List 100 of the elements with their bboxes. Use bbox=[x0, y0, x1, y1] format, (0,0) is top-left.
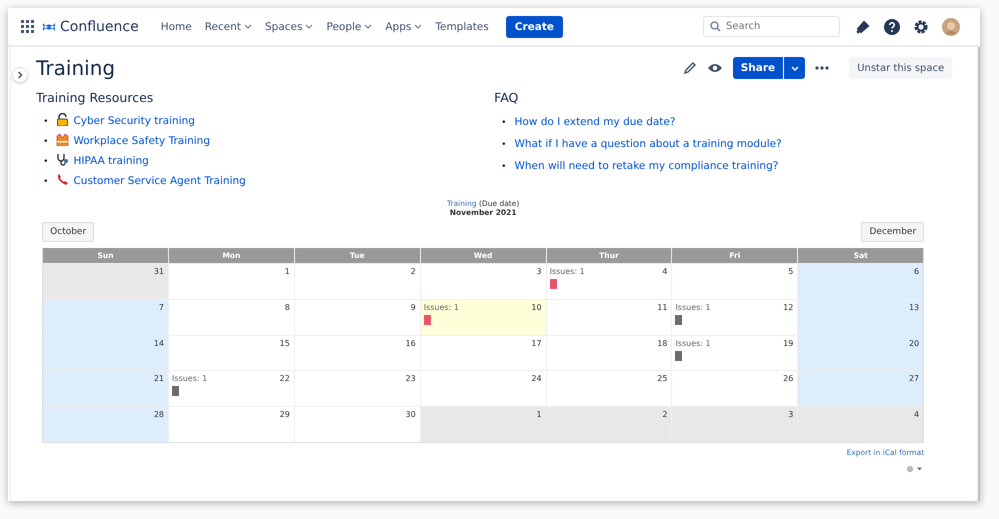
calendar-day-cell[interactable]: 24 bbox=[420, 371, 546, 406]
help-icon[interactable] bbox=[884, 18, 900, 34]
event-marker[interactable] bbox=[675, 314, 682, 325]
resource-link[interactable]: HIPAA training bbox=[73, 155, 149, 167]
calendar-day-cell[interactable]: 6 bbox=[798, 264, 924, 299]
day-number: 30 bbox=[406, 410, 416, 420]
calendar-day-cell[interactable]: 2 bbox=[546, 407, 672, 442]
next-month-button[interactable]: December bbox=[861, 222, 924, 242]
day-number: 18 bbox=[657, 338, 668, 348]
section-heading: Training Resources bbox=[36, 90, 154, 105]
event-marker[interactable] bbox=[675, 350, 682, 361]
logo-icon bbox=[42, 20, 56, 32]
event-label[interactable]: Issues: 1 bbox=[424, 302, 459, 312]
calendar-day-cell[interactable]: 1 bbox=[169, 264, 294, 299]
calendar-day-cell[interactable]: 2 bbox=[294, 264, 420, 299]
calendar-day-cell[interactable]: 1 bbox=[420, 407, 546, 442]
calendar-day-cell[interactable]: 28 bbox=[43, 407, 168, 442]
event-label[interactable]: Issues: 1 bbox=[172, 374, 208, 384]
event-label[interactable]: Issues: 1 bbox=[675, 338, 711, 348]
calendar-day-cell[interactable]: 13 bbox=[798, 300, 924, 335]
expand-sidebar-button[interactable] bbox=[12, 67, 28, 83]
day-number: 24 bbox=[531, 374, 542, 384]
resource-link[interactable]: Cyber Security training bbox=[73, 115, 195, 127]
calendar-day-cell[interactable]: 31 bbox=[43, 264, 168, 299]
day-number: 1 bbox=[536, 410, 542, 420]
settings-icon[interactable] bbox=[913, 18, 929, 34]
event-label[interactable]: Issues: 1 bbox=[675, 302, 711, 312]
faq-link[interactable]: What if I have a question about a training module? bbox=[514, 138, 782, 150]
chevron-down-icon[interactable] bbox=[364, 24, 372, 29]
bullet: • bbox=[501, 140, 506, 150]
event-marker[interactable] bbox=[172, 386, 179, 396]
event-marker[interactable] bbox=[550, 279, 557, 289]
bullet: • bbox=[43, 137, 48, 147]
calendar-day-cell[interactable]: 15 bbox=[169, 336, 294, 370]
calendar-day-cell[interactable]: 3 bbox=[672, 407, 798, 442]
chevron-down-icon[interactable] bbox=[414, 24, 422, 29]
calendar-day-cell[interactable]: 17 bbox=[420, 336, 546, 370]
day-number: 14 bbox=[154, 338, 164, 348]
day-number: 6 bbox=[914, 267, 920, 276]
day-number: 4 bbox=[662, 267, 668, 276]
calendar-day-cell[interactable]: 20 bbox=[798, 336, 924, 370]
calendar-day-cell[interactable]: 8 bbox=[169, 300, 294, 335]
bullet: • bbox=[43, 157, 48, 167]
share-button[interactable]: Share bbox=[732, 57, 784, 79]
calendar-day-cell[interactable]: 30 bbox=[294, 407, 420, 442]
day-number: 9 bbox=[410, 302, 416, 312]
create-button[interactable]: Create bbox=[506, 16, 563, 38]
calendar-day-cell[interactable]: 27 bbox=[798, 371, 924, 406]
resource-link[interactable]: Workplace Safety Training bbox=[73, 135, 210, 147]
day-number: 2 bbox=[662, 410, 668, 420]
search-field[interactable]: Search bbox=[703, 16, 840, 37]
calendar-day-cell[interactable]: 18 bbox=[546, 336, 672, 370]
calendar-day-cell[interactable]: Issues: 1 19 bbox=[672, 336, 798, 370]
chevron-down-icon[interactable] bbox=[305, 24, 314, 29]
calendar-day-cell[interactable]: 3 bbox=[420, 264, 546, 299]
faq-link[interactable]: When will need to retake my compliance training? bbox=[514, 160, 778, 172]
calendar-day-cell[interactable]: Issues: 1 10 bbox=[420, 300, 546, 335]
calendar-day-cell[interactable]: 5 bbox=[672, 264, 798, 299]
nav-link[interactable]: Recent bbox=[204, 20, 242, 32]
edit-icon[interactable] bbox=[682, 61, 697, 75]
day-number: 29 bbox=[280, 410, 290, 420]
resource-link[interactable]: Customer Service Agent Training bbox=[73, 175, 246, 187]
event-marker[interactable] bbox=[424, 314, 431, 325]
calendar-day-cell[interactable]: 16 bbox=[294, 336, 420, 370]
calendar-day-cell[interactable]: Issues: 1 22 bbox=[169, 371, 294, 406]
safety-vest-icon bbox=[56, 133, 70, 146]
settings-menu-icon[interactable] bbox=[906, 464, 924, 473]
nav-link[interactable]: Templates bbox=[435, 20, 489, 32]
chevron-down-icon[interactable] bbox=[244, 24, 252, 29]
day-number: 13 bbox=[908, 302, 920, 312]
calendar-day-cell[interactable]: 7 bbox=[43, 300, 168, 335]
more-icon[interactable] bbox=[815, 66, 830, 70]
calendar-day-cell[interactable]: 9 bbox=[294, 300, 420, 335]
day-number: 12 bbox=[783, 302, 794, 312]
nav-link[interactable]: Home bbox=[160, 20, 192, 32]
event-label[interactable]: Issues: 1 bbox=[550, 267, 585, 276]
calendar-day-cell[interactable]: 25 bbox=[546, 371, 672, 406]
app-switcher-icon[interactable] bbox=[21, 20, 34, 33]
calendar-day-cell[interactable]: 21 bbox=[43, 371, 168, 406]
nav-link[interactable]: Apps bbox=[385, 20, 412, 32]
faq-link[interactable]: How do I extend my due date? bbox=[514, 116, 676, 128]
avatar[interactable] bbox=[942, 18, 960, 36]
calendar-day-cell[interactable]: 23 bbox=[294, 371, 420, 406]
calendar-day-cell[interactable]: 4 bbox=[798, 407, 924, 442]
bullet: • bbox=[43, 177, 48, 187]
unstar-button[interactable]: Unstar this space bbox=[849, 57, 952, 79]
nav-link[interactable]: Spaces bbox=[265, 20, 302, 32]
calendar-day-cell[interactable]: 29 bbox=[169, 407, 294, 442]
product-name[interactable]: Confluence bbox=[60, 18, 139, 34]
calendar-day-cell[interactable]: Issues: 1 4 bbox=[546, 264, 672, 299]
previous-month-button[interactable]: October bbox=[42, 222, 94, 242]
nav-link[interactable]: People bbox=[326, 20, 362, 32]
day-number: 15 bbox=[280, 338, 290, 348]
calendar-day-cell[interactable]: 11 bbox=[546, 300, 672, 335]
share-menu-button[interactable] bbox=[784, 57, 806, 79]
notification-icon[interactable] bbox=[855, 18, 871, 34]
calendar-day-cell[interactable]: 26 bbox=[672, 371, 798, 406]
calendar-day-cell[interactable]: 14 bbox=[43, 336, 168, 370]
watch-icon[interactable] bbox=[706, 62, 723, 74]
calendar-day-cell[interactable]: Issues: 1 12 bbox=[672, 300, 798, 335]
